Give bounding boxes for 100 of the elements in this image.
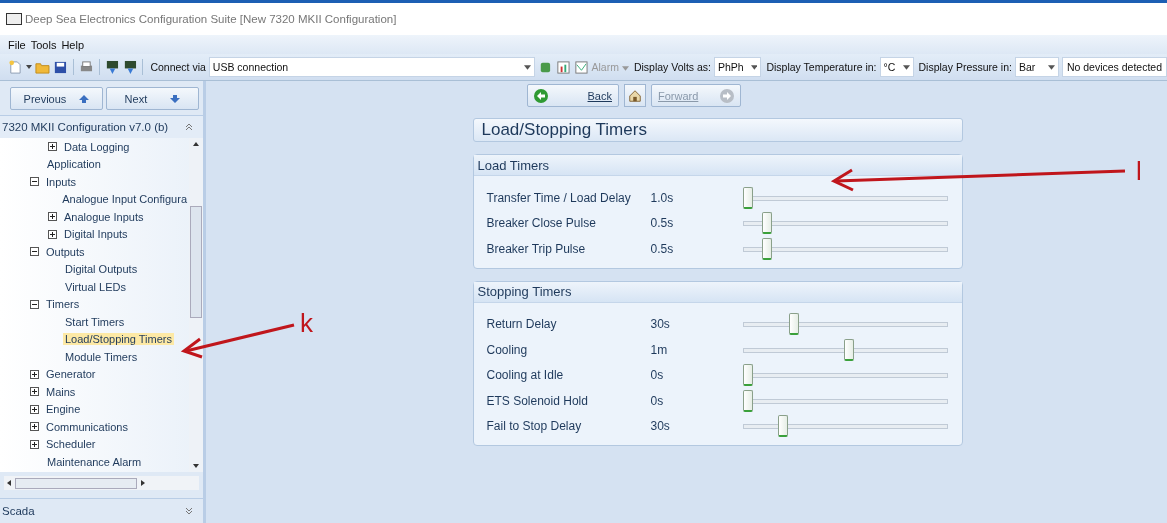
- expand-icon[interactable]: [48, 142, 57, 152]
- tree-item[interactable]: Analogue Inputs: [62, 210, 146, 223]
- app-logo-icon: [6, 13, 22, 25]
- pressure-dropdown[interactable]: Bar: [1014, 57, 1059, 77]
- scroll-left-icon[interactable]: [7, 480, 11, 486]
- setting-value: 1m: [650, 342, 669, 357]
- tree-item[interactable]: Generator: [44, 368, 98, 381]
- slider-thumb[interactable]: [742, 186, 753, 209]
- volts-label: Display Volts as:: [633, 61, 711, 73]
- setting-label: Cooling at Idle: [486, 368, 565, 383]
- expand-icon[interactable]: [30, 439, 39, 449]
- tree-item[interactable]: Scheduler: [44, 438, 98, 451]
- setting-label: Transfer Time / Load Delay: [486, 190, 632, 205]
- slider[interactable]: [742, 364, 948, 387]
- caret-icon: [621, 66, 629, 71]
- slider[interactable]: [742, 313, 948, 336]
- chart-icon[interactable]: [555, 59, 571, 75]
- tree-item[interactable]: Analogue Input Configura: [60, 193, 189, 206]
- scada-section-header[interactable]: Scada: [2, 505, 35, 517]
- slider[interactable]: [742, 415, 948, 438]
- tree-item[interactable]: Mains: [44, 385, 78, 398]
- connect-label: Connect via: [150, 61, 206, 73]
- device-status-field: No devices detected: [1061, 57, 1167, 77]
- vertical-scrollbar[interactable]: [189, 138, 203, 472]
- setting-value: 1.0s: [650, 190, 675, 205]
- slider[interactable]: [742, 212, 948, 235]
- menu-item[interactable]: File: [8, 38, 26, 51]
- slider-thumb[interactable]: [762, 212, 772, 235]
- home-button[interactable]: [624, 84, 646, 107]
- window-title: Deep Sea Electronics Configuration Suite [New 7320 MKII Configuration]: [25, 13, 397, 25]
- collapse-icon[interactable]: [30, 299, 39, 309]
- caret-icon: [1047, 64, 1055, 70]
- slider-thumb[interactable]: [777, 415, 788, 438]
- expand-icon[interactable]: [48, 212, 57, 222]
- menu-item[interactable]: Tools: [30, 38, 57, 51]
- forward-arrow-icon: [720, 88, 734, 103]
- tree-item[interactable]: Module Timers: [63, 350, 140, 363]
- group-title: Load Timers: [473, 155, 962, 176]
- caret-icon: [750, 64, 758, 70]
- caret-icon: [902, 64, 910, 70]
- up-arrow-icon: [79, 94, 90, 103]
- temperature-label: Display Temperature in:: [766, 61, 877, 73]
- page-title: Load/Stopping Timers: [472, 118, 963, 142]
- expand-icon[interactable]: [48, 229, 57, 239]
- setting-label: Breaker Trip Pulse: [486, 241, 587, 256]
- house-icon: [628, 88, 642, 103]
- setting-value: 0s: [650, 368, 665, 383]
- tree-item[interactable]: Start Timers: [63, 315, 127, 328]
- tree-item[interactable]: Outputs: [44, 245, 87, 258]
- slider[interactable]: [742, 338, 948, 361]
- tree-item[interactable]: Timers: [44, 298, 82, 311]
- setting-value: 0.5s: [650, 216, 675, 231]
- next-button[interactable]: Next: [106, 87, 199, 110]
- tree-item[interactable]: Data Logging: [62, 140, 132, 153]
- setting-label: Return Delay: [486, 317, 558, 332]
- tree-item[interactable]: Application: [45, 158, 103, 171]
- tree-item[interactable]: Digital Outputs: [63, 263, 140, 276]
- caret-icon: [523, 64, 531, 70]
- slider-thumb[interactable]: [742, 364, 753, 387]
- scroll-down-icon[interactable]: [193, 464, 199, 468]
- scroll-right-icon[interactable]: [141, 480, 145, 486]
- tree-item[interactable]: Communications: [44, 420, 130, 433]
- slider-thumb[interactable]: [762, 237, 772, 260]
- slider[interactable]: [742, 186, 948, 209]
- temperature-dropdown[interactable]: °C: [879, 57, 914, 77]
- expand-icon[interactable]: [30, 404, 39, 414]
- horizontal-scrollbar[interactable]: [4, 476, 199, 490]
- group-title: Stopping Timers: [473, 281, 962, 303]
- collapse-icon[interactable]: [30, 247, 39, 257]
- expand-icon[interactable]: [30, 369, 39, 379]
- setting-label: ETS Solenoid Hold: [486, 393, 589, 408]
- slider[interactable]: [742, 237, 948, 260]
- tree-item[interactable]: Virtual LEDs: [63, 280, 128, 293]
- back-arrow-icon: [534, 88, 548, 103]
- expand-icon[interactable]: [30, 387, 39, 397]
- setting-label: Breaker Close Pulse: [486, 216, 597, 231]
- volts-dropdown[interactable]: PhPh: [714, 57, 762, 77]
- slider-thumb[interactable]: [742, 389, 753, 412]
- caret-icon[interactable]: [25, 65, 32, 69]
- setting-value: 30s: [650, 317, 671, 332]
- back-button[interactable]: Back: [527, 84, 619, 107]
- tree-item[interactable]: Maintenance Alarm: [45, 455, 144, 468]
- setting-value: 30s: [650, 419, 671, 434]
- menu-item[interactable]: Help: [61, 38, 85, 51]
- graph-icon[interactable]: [573, 59, 589, 75]
- slider-thumb[interactable]: [843, 338, 854, 361]
- tree-item[interactable]: Load/Stopping Timers: [63, 333, 174, 346]
- save-icon[interactable]: [52, 59, 68, 75]
- upload-icon[interactable]: [122, 59, 138, 75]
- tree-item[interactable]: Engine: [44, 403, 83, 416]
- tree-item[interactable]: Digital Inputs: [62, 228, 130, 241]
- slider-thumb[interactable]: [789, 313, 800, 336]
- connection-dropdown[interactable]: USB connection: [208, 57, 535, 77]
- slider[interactable]: [742, 389, 948, 412]
- scroll-up-icon[interactable]: [193, 142, 199, 146]
- expand-icon[interactable]: [30, 422, 39, 432]
- collapse-icon[interactable]: [30, 177, 39, 187]
- tree-item[interactable]: Inputs: [44, 175, 78, 188]
- download-icon[interactable]: [104, 59, 120, 75]
- previous-button[interactable]: Previous: [10, 87, 103, 110]
